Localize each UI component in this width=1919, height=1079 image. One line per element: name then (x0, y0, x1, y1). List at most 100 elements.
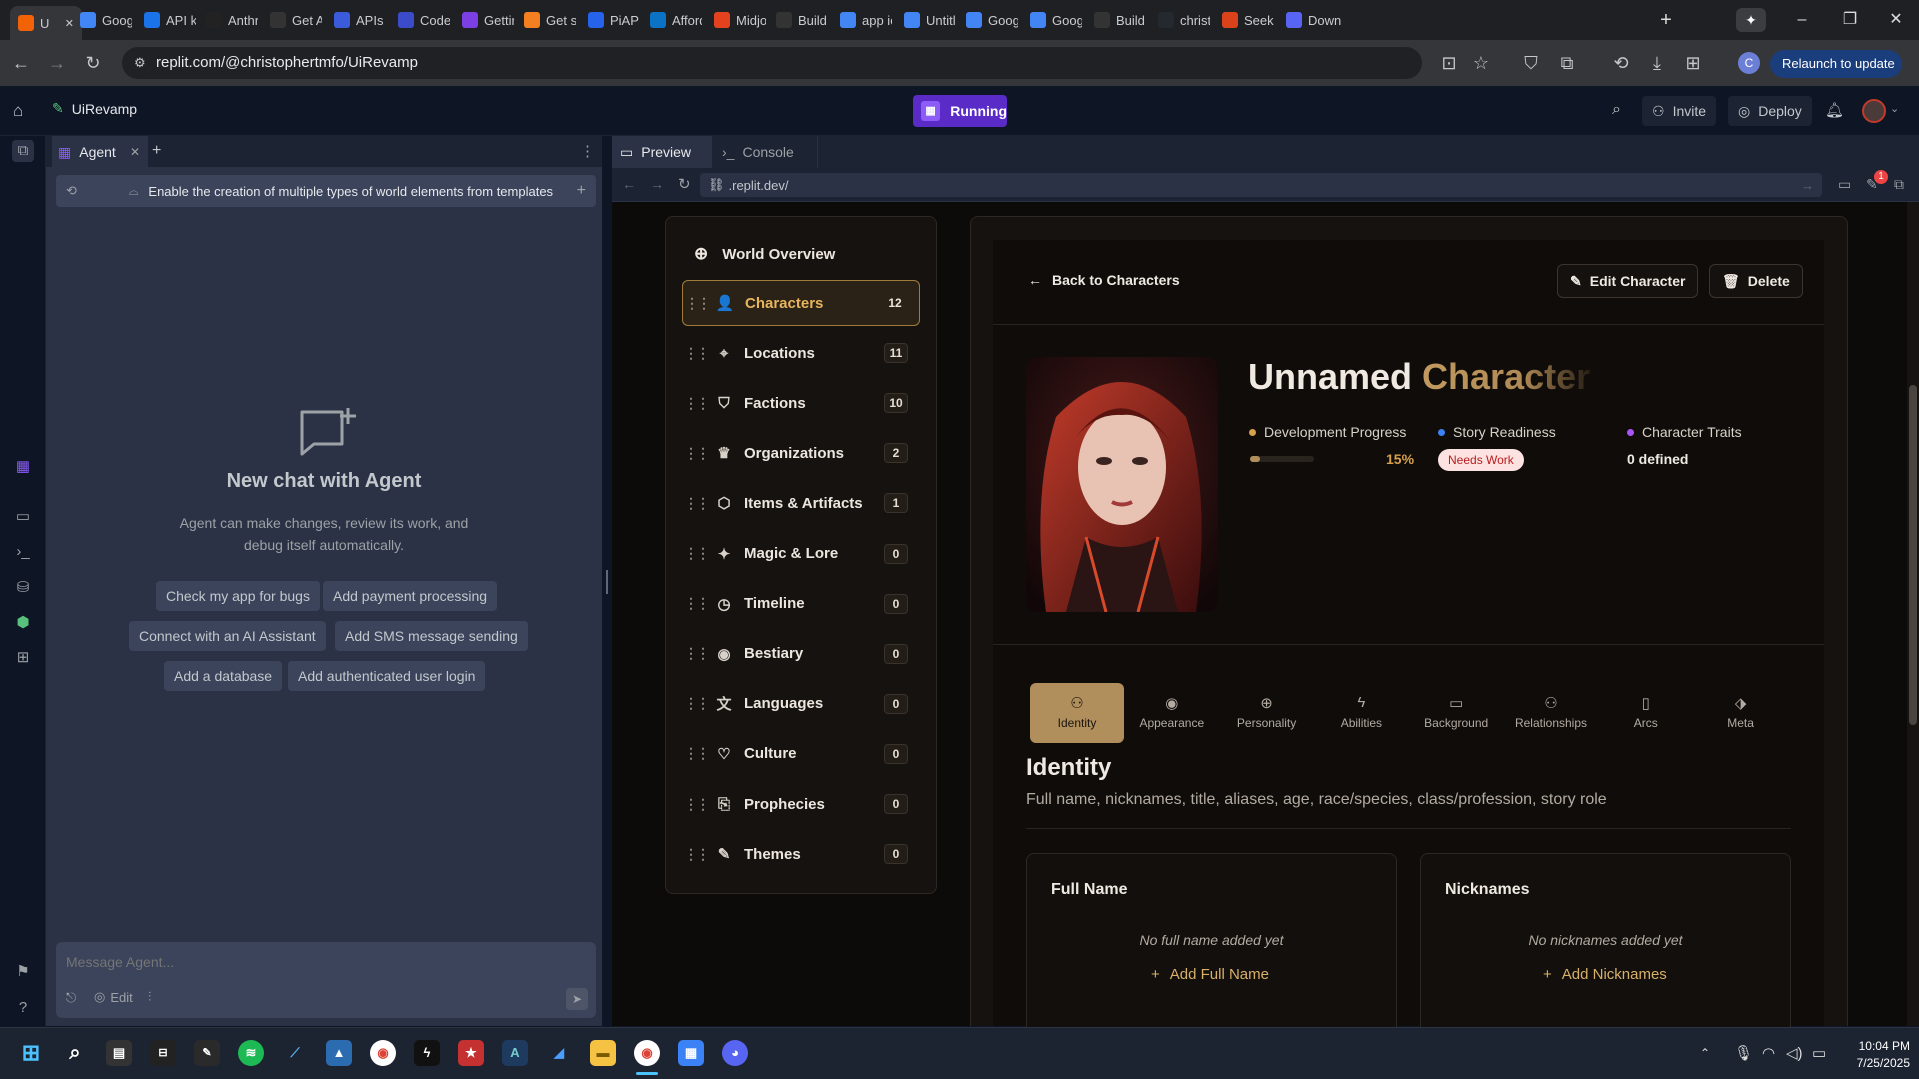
site-info-icon[interactable]: ⚙ (134, 47, 146, 79)
run-status-button[interactable]: ▦ Running (913, 95, 1007, 127)
drag-handle-icon[interactable]: ⋮⋮ (682, 395, 710, 412)
sidebar-item-magic-lore[interactable]: ⋮⋮ ✦ Magic & Lore 0 (682, 531, 920, 577)
history-icon[interactable]: ⟲ (66, 183, 77, 199)
drag-handle-icon[interactable]: ⋮⋮ (683, 295, 711, 312)
suggestion-chip[interactable]: Connect with an AI Assistant (129, 621, 326, 651)
tab-relationships[interactable]: ⚇ Relationships (1504, 683, 1598, 743)
agent-context-bar[interactable]: ⟲ ⌓ Enable the creation of multiple type… (56, 175, 596, 207)
app-icon[interactable]: ✎ (194, 1040, 220, 1066)
browser-tab[interactable]: Goog (1022, 6, 1082, 34)
browser-tab[interactable]: Goog (72, 6, 132, 34)
world-overview-link[interactable]: ⊕ World Overview (694, 244, 835, 264)
files-icon[interactable]: ⧉ (12, 140, 34, 162)
photos-icon[interactable]: ▲ (326, 1040, 352, 1066)
browser-tab[interactable]: Afford (642, 6, 702, 34)
tab-arcs[interactable]: ▯ Arcs (1599, 683, 1693, 743)
sidebar-item-items-artifacts[interactable]: ⋮⋮ ⬡ Items & Artifacts 1 (682, 480, 920, 526)
app-icon[interactable]: ϟ (414, 1040, 440, 1066)
drag-handle-icon[interactable]: ⋮⋮ (682, 796, 710, 813)
invite-button[interactable]: ⚇ Invite (1642, 96, 1717, 126)
browser-tab[interactable]: app ic (832, 6, 892, 34)
tab-meta[interactable]: ⬗ Meta (1694, 683, 1788, 743)
browser-tab[interactable]: APIs & (326, 6, 386, 34)
database-icon[interactable]: ⛁ (12, 577, 34, 599)
sparkle-icon[interactable]: ✦ (1736, 8, 1766, 32)
close-window-button[interactable]: ✕ (1884, 8, 1908, 32)
spotify-icon[interactable]: ≋ (238, 1040, 264, 1066)
preview-tab[interactable]: ▭ Preview (612, 136, 712, 168)
deploy-button[interactable]: ◎ Deploy (1728, 96, 1812, 126)
user-avatar[interactable] (1862, 99, 1886, 123)
browser-tab[interactable]: Goog (958, 6, 1018, 34)
preview-forward-icon[interactable]: → (650, 176, 664, 192)
bookmark-star-icon[interactable]: ☆ (1470, 52, 1492, 74)
add-nicknames-button[interactable]: + Add Nicknames (1543, 966, 1667, 983)
browser-tab[interactable]: Seeki (1214, 6, 1274, 34)
chevron-up-icon[interactable]: ⌃ (1700, 1046, 1710, 1060)
chevron-down-icon[interactable]: ⌄ (1890, 102, 1899, 115)
preview-back-icon[interactable]: ← (622, 176, 636, 192)
app-icon[interactable]: A (502, 1040, 528, 1066)
relaunch-button[interactable]: Relaunch to update ⋮ (1770, 50, 1902, 99)
profile-avatar[interactable]: C (1738, 52, 1760, 74)
agent-tab[interactable]: ▦ Agent ✕ (52, 136, 148, 168)
plus-icon[interactable]: + (577, 182, 586, 200)
bell-icon[interactable]: 🔔︎ (1825, 101, 1844, 119)
app-icon[interactable]: ▤ (106, 1040, 132, 1066)
webview-icon[interactable]: ▭ (12, 506, 34, 528)
browser-tab[interactable]: Build (1086, 6, 1146, 34)
message-input[interactable] (66, 950, 566, 974)
add-full-name-button[interactable]: + Add Full Name (1151, 966, 1269, 983)
all-tools-icon[interactable]: ⊞ (12, 647, 34, 669)
sidebar-item-culture[interactable]: ⋮⋮ ♡ Culture 0 (682, 731, 920, 777)
browser-tab[interactable]: Anthr (198, 6, 258, 34)
volume-icon[interactable]: ◁) (1786, 1044, 1803, 1062)
url-bar[interactable]: ⚙ replit.com/@christophertmfo/UiRevamp (122, 47, 1422, 79)
new-tab-button[interactable]: + (1654, 8, 1678, 32)
browser-tab[interactable]: Code (390, 6, 450, 34)
sidebar-item-locations[interactable]: ⋮⋮ ⌖ Locations 11 (682, 330, 920, 376)
drag-handle-icon[interactable]: ⋮⋮ (682, 846, 710, 863)
suggestion-chip[interactable]: Add SMS message sending (335, 621, 528, 651)
scrollbar-thumb[interactable] (1909, 385, 1917, 725)
chrome-icon[interactable]: ◉ (370, 1040, 396, 1066)
sidebar-item-languages[interactable]: ⋮⋮ 文 Languages 0 (682, 681, 920, 727)
browser-tab[interactable]: PiAPI (580, 6, 640, 34)
browser-tab[interactable]: christ (1150, 6, 1210, 34)
sidebar-item-themes[interactable]: ⋮⋮ ✎ Themes 0 (682, 831, 920, 877)
resize-handle[interactable] (606, 570, 608, 594)
drag-handle-icon[interactable]: ⋮⋮ (682, 645, 710, 662)
history-icon[interactable]: ⟲ (1610, 52, 1632, 74)
extensions-puzzle-icon[interactable]: ⧉ (1556, 52, 1578, 74)
discord-icon[interactable]: ◕ (722, 1040, 748, 1066)
extension-shield-icon[interactable]: ⛉ (1520, 52, 1542, 74)
sidebar-item-timeline[interactable]: ⋮⋮ ◷ Timeline 0 (682, 581, 920, 627)
battery-icon[interactable]: ▭ (1812, 1044, 1826, 1062)
browser-tab[interactable]: API k (136, 6, 196, 34)
suggestion-chip[interactable]: Add payment processing (323, 581, 498, 611)
app-icon[interactable]: ◢ (546, 1040, 572, 1066)
browser-tab[interactable]: Untitl (896, 6, 956, 34)
edit-character-button[interactable]: ✎ Edit Character (1557, 264, 1699, 298)
browser-tab[interactable]: Build (768, 6, 828, 34)
send-icon[interactable]: ➤ (566, 988, 588, 1010)
search-icon[interactable]: ⌕ (1612, 101, 1621, 119)
character-portrait[interactable] (1026, 357, 1218, 612)
app-icon[interactable]: ⊟ (150, 1040, 176, 1066)
suggestion-chip[interactable]: Add a database (164, 661, 283, 691)
open-external-icon[interactable]: ⧉ (1894, 176, 1904, 193)
back-arrow-icon[interactable]: ← (10, 52, 32, 74)
reload-icon[interactable]: ↻ (82, 52, 104, 74)
clock[interactable]: 10:04 PM 7/25/2025 (1846, 1038, 1910, 1072)
edit-mode-button[interactable]: ◎ Edit (94, 989, 133, 1005)
tab-abilities[interactable]: ϟ Abilities (1314, 683, 1408, 743)
restore-button[interactable]: ❐ (1838, 8, 1862, 32)
sidebar-item-organizations[interactable]: ⋮⋮ ♛ Organizations 2 (682, 430, 920, 476)
browser-tab[interactable]: Get A (262, 6, 322, 34)
help-icon[interactable]: ? (12, 997, 34, 1019)
forward-arrow-icon[interactable]: → (46, 52, 68, 74)
sidebar-item-bestiary[interactable]: ⋮⋮ ◉ Bestiary 0 (682, 631, 920, 677)
back-to-characters-link[interactable]: ← Back to Characters (1028, 272, 1180, 288)
app-icon[interactable]: ⟋ (282, 1040, 308, 1066)
drag-handle-icon[interactable]: ⋮⋮ (682, 345, 710, 362)
